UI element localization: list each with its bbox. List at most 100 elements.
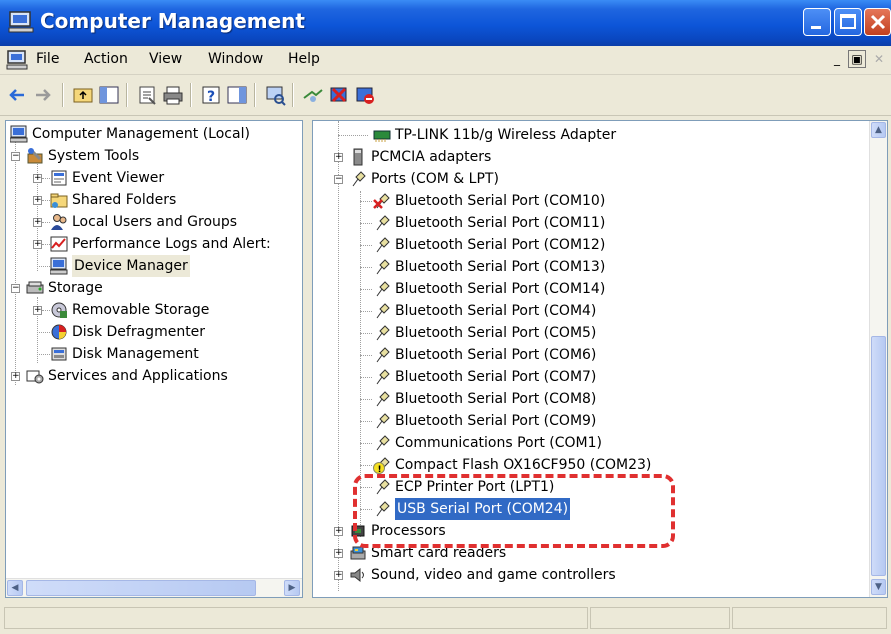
scroll-right-icon[interactable]: ▶ [284, 580, 300, 596]
minimize-button[interactable] [803, 8, 831, 36]
disk-management-icon [51, 347, 67, 361]
properties-icon[interactable] [136, 84, 158, 106]
close-button[interactable] [864, 8, 891, 36]
storage-icon [26, 281, 44, 294]
uninstall-icon[interactable] [328, 84, 350, 106]
menu-file[interactable]: File [36, 51, 59, 67]
smart-card-reader-icon [350, 546, 366, 560]
collapse-toggle[interactable]: − [11, 284, 20, 293]
toolbar: ? [0, 75, 891, 116]
expand-toggle[interactable]: + [33, 196, 42, 205]
system-tools-icon [27, 147, 43, 164]
menu-help[interactable]: Help [288, 51, 320, 67]
tree-guide-line [360, 443, 372, 444]
device-item-label: Bluetooth Serial Port (COM11) [395, 215, 606, 231]
tree-guide-line [360, 421, 372, 422]
tree-guide-line [360, 399, 372, 400]
tree-guide-line [37, 332, 50, 333]
expand-toggle[interactable]: + [33, 218, 42, 227]
show-hide-action-pane-icon[interactable] [226, 84, 248, 106]
collapse-toggle[interactable]: − [11, 152, 20, 161]
removable-storage-icon [51, 302, 67, 318]
shared-folder-icon [50, 193, 68, 208]
tree-guide-line [360, 311, 372, 312]
horizontal-scroll-thumb[interactable] [26, 580, 256, 596]
scroll-down-icon[interactable]: ▼ [871, 579, 886, 595]
device-item-label: Ports (COM & LPT) [371, 171, 499, 187]
expand-toggle[interactable]: + [33, 240, 42, 249]
disk-defragmenter-icon [51, 324, 67, 340]
scroll-up-icon[interactable]: ▲ [871, 122, 886, 138]
expand-toggle[interactable]: + [11, 372, 20, 381]
device-item-label: USB Serial Port (COM24) [395, 498, 571, 520]
port-connector-icon [376, 413, 390, 429]
port-connector-icon [376, 435, 390, 451]
mdi-minimize-icon[interactable]: _ [828, 50, 846, 68]
vertical-scroll-thumb[interactable] [871, 336, 886, 576]
tree-item-label: Shared Folders [72, 192, 177, 208]
device-tree-pane[interactable]: TP-LINK 11b/g Wireless Adapter + PCMCIA … [312, 120, 888, 598]
maximize-button[interactable] [834, 8, 862, 36]
help-icon[interactable]: ? [200, 84, 222, 106]
title-bar[interactable]: Computer Management [0, 0, 891, 46]
device-item-label: Compact Flash OX16CF950 (COM23) [395, 457, 652, 473]
menu-view[interactable]: View [149, 51, 182, 67]
maximize-icon [840, 14, 856, 29]
tree-guide-line [360, 223, 372, 224]
close-icon [870, 14, 886, 30]
expand-toggle[interactable]: + [33, 306, 42, 315]
collapse-toggle[interactable]: − [334, 175, 343, 184]
svg-text:?: ? [207, 89, 215, 105]
device-item-label: Bluetooth Serial Port (COM6) [395, 347, 597, 363]
menu-bar: File Action View Window Help _ ▣ ✕ [0, 46, 891, 75]
tree-item-label: Local Users and Groups [72, 214, 238, 230]
computer-management-icon [8, 11, 34, 33]
tree-item-label: Performance Logs and Alert: [72, 236, 271, 252]
expand-toggle[interactable]: + [334, 153, 343, 162]
sound-icon [350, 567, 364, 583]
tree-guide-line [338, 135, 368, 136]
update-driver-icon[interactable] [302, 84, 324, 106]
computer-management-window: Computer Management File Action View Win… [0, 0, 891, 634]
mdi-close-icon[interactable]: ✕ [870, 50, 888, 68]
port-connector-icon [376, 479, 390, 495]
tree-item-label: Services and Applications [48, 368, 228, 384]
performance-icon [50, 236, 68, 252]
network-adapter-icon [373, 130, 391, 142]
vertical-scrollbar[interactable]: ▲ ▼ [869, 121, 887, 597]
back-arrow-icon[interactable] [6, 84, 28, 106]
system-menu-icon[interactable] [6, 50, 28, 70]
up-one-level-icon[interactable] [72, 84, 94, 106]
port-connector-icon [376, 325, 390, 341]
scroll-left-icon[interactable]: ◀ [7, 580, 23, 596]
console-tree-pane[interactable]: Computer Management (Local) − System Too… [5, 120, 303, 598]
menu-action[interactable]: Action [84, 51, 128, 67]
mdi-restore-icon[interactable]: ▣ [848, 50, 866, 68]
users-icon [51, 214, 67, 230]
port-connector-icon [376, 391, 390, 407]
tree-guide-line [42, 200, 50, 201]
disable-device-icon[interactable] [354, 84, 376, 106]
toolbar-separator [62, 83, 64, 107]
status-panel [590, 607, 730, 629]
expand-toggle[interactable]: + [33, 174, 42, 183]
forward-arrow-icon[interactable] [32, 84, 54, 106]
pcmcia-icon [353, 148, 363, 166]
menu-window[interactable]: Window [208, 51, 263, 67]
tree-item-label: Device Manager [72, 255, 190, 277]
tree-guide-line [360, 355, 372, 356]
tree-guide-line [360, 267, 372, 268]
print-icon[interactable] [162, 84, 184, 106]
show-hide-console-tree-icon[interactable] [98, 84, 120, 106]
tree-item-label: System Tools [48, 148, 140, 164]
device-item-label: Bluetooth Serial Port (COM4) [395, 303, 597, 319]
tree-guide-line [42, 178, 50, 179]
status-bar [0, 603, 891, 634]
expand-toggle[interactable]: + [334, 571, 343, 580]
expand-toggle[interactable]: + [334, 549, 343, 558]
port-connector-icon [352, 171, 366, 187]
scan-hardware-changes-icon[interactable] [264, 84, 286, 106]
horizontal-scrollbar[interactable]: ◀ ▶ [6, 578, 302, 597]
expand-toggle[interactable]: + [334, 527, 343, 536]
port-connector-icon [376, 347, 390, 363]
